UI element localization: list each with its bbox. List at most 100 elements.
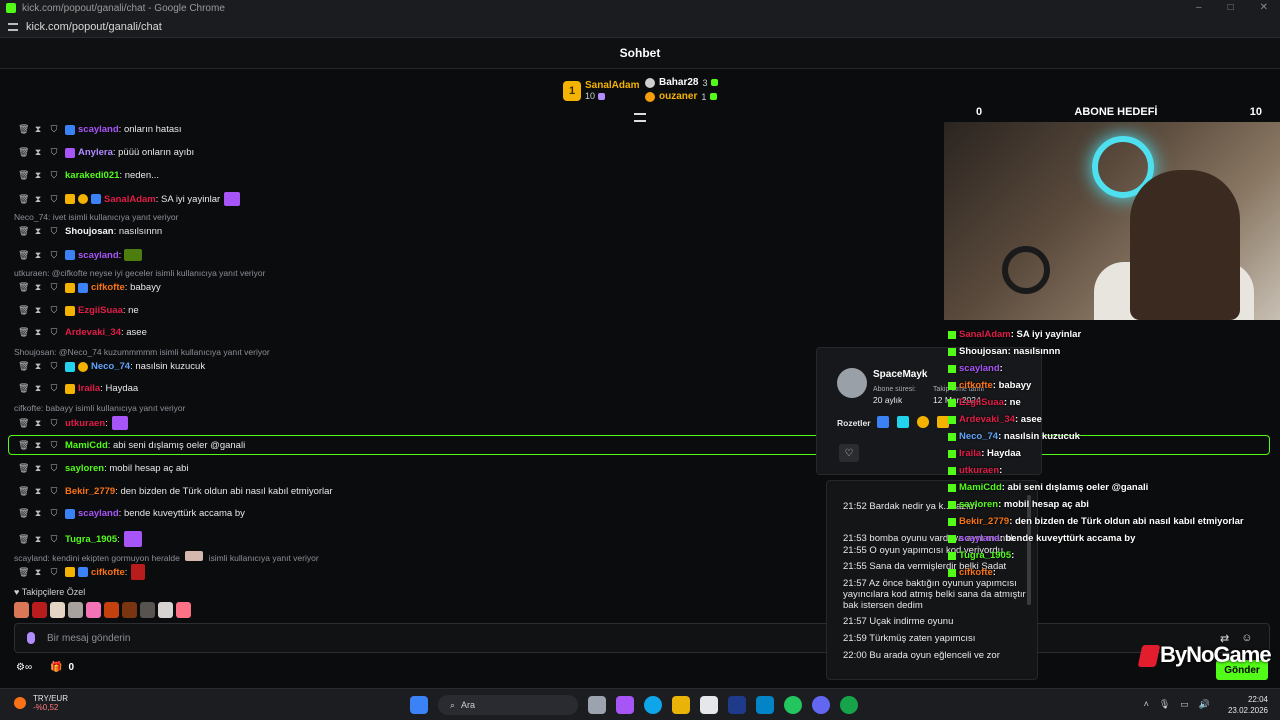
chat-message[interactable]: 🗑 ⧗ ⛉ utkuraen : [18,416,131,430]
username[interactable]: cifkofte [91,282,125,293]
taskbar-clock[interactable]: 22:04 23.02.2026 [1228,694,1268,716]
timeout-icon[interactable]: ⧗ [34,508,42,519]
username[interactable]: Iraila [78,383,100,394]
timeout-icon[interactable]: ⧗ [34,226,42,237]
network-icon[interactable]: ▭ [1180,699,1189,710]
emote-icon[interactable] [86,602,101,618]
delete-icon[interactable]: 🗑 [18,534,29,545]
timeout-icon[interactable]: ⧗ [34,282,42,293]
timeout-icon[interactable]: ⧗ [34,534,42,545]
steam-icon[interactable] [728,696,746,714]
chat-input[interactable]: Bir mesaj gönderin [14,623,1270,653]
ban-icon[interactable]: ⛉ [50,327,58,338]
delete-icon[interactable]: 🗑 [18,170,29,181]
ban-icon[interactable]: ⛉ [50,282,58,293]
spotify-icon[interactable] [840,696,858,714]
settings-icon[interactable]: ⚙∞ [16,662,32,673]
address-bar[interactable]: kick.com/popout/ganali/chat [0,16,1280,38]
timeout-icon[interactable]: ⧗ [34,147,42,158]
ban-icon[interactable]: ⛉ [50,250,58,261]
username[interactable]: scayland [78,124,119,135]
chat-message[interactable]: 🗑 ⧗ ⛉ cifkofte : babayy [18,282,161,293]
ban-icon[interactable]: ⛉ [50,486,58,497]
ban-icon[interactable]: ⛉ [50,170,58,181]
timeout-icon[interactable]: ⧗ [34,361,42,372]
username[interactable]: cifkofte [91,567,125,578]
delete-icon[interactable]: 🗑 [18,194,29,205]
chat-filter-icon[interactable] [634,113,646,122]
emote-icon[interactable] [140,602,155,618]
username[interactable]: utkuraen [65,418,105,429]
ban-icon[interactable]: ⛉ [50,508,58,519]
username[interactable]: SanalAdam [104,194,156,205]
volume-icon[interactable]: 🔊 [1199,699,1210,710]
emote-icon[interactable] [158,602,173,618]
emote-icon[interactable] [176,602,191,618]
timeout-icon[interactable]: ⧗ [34,170,42,181]
emote-icon[interactable] [32,602,47,618]
chat-message[interactable]: 🗑 ⧗ ⛉ Ardevaki_34 : asee [18,327,147,338]
username[interactable]: Ardevaki_34 [65,327,121,338]
microphone-icon[interactable] [27,632,35,644]
chat-message[interactable]: 🗑 ⧗ ⛉ scayland : [18,249,145,261]
chat-message[interactable]: 🗑 ⧗ ⛉ SanalAdam : SA iyi yayinlar [18,192,243,206]
task-view-icon[interactable] [588,696,606,714]
top-gifter-2[interactable]: Bahar28 3 [645,77,719,88]
chat-message[interactable]: 🗑 ⧗ ⛉ EzgiiSuaa : ne [18,305,139,316]
emote-icon[interactable] [68,602,83,618]
file-explorer-icon[interactable] [672,696,690,714]
chat-message[interactable]: 🗑 ⧗ ⛉ Bekir_2779 : den bizden de Türk oldu… [18,486,333,497]
widget-ticker[interactable]: TRY/EUR -%0,52 [14,694,68,712]
timeout-icon[interactable]: ⧗ [34,463,42,474]
top-gifter-1[interactable]: 1 SanalAdam 10 [563,80,639,101]
mail-icon[interactable] [756,696,774,714]
username[interactable]: Neco_74 [91,361,130,372]
microphone-tray-icon[interactable]: 🎙 [1159,699,1170,710]
username[interactable]: scayland [78,250,119,261]
chat-message[interactable]: 🗑 ⧗ ⛉ scayland : bende kuveyttürk accama b… [18,508,245,519]
delete-icon[interactable]: 🗑 [18,486,29,497]
chat-message[interactable]: 🗑 ⧗ ⛉ Anylera : püüü onların ayıbı [18,147,194,158]
timeout-icon[interactable]: ⧗ [34,418,42,429]
username[interactable]: EzgiiSuaa [78,305,123,316]
profile-username[interactable]: SpaceMayk [873,369,927,380]
timeout-icon[interactable]: ⧗ [34,194,42,205]
chat-message[interactable]: 🗑 ⧗ ⛉ scayland : onların hatası [18,124,182,135]
timeout-icon[interactable]: ⧗ [34,440,42,451]
windows-start-icon[interactable] [410,696,428,714]
ban-icon[interactable]: ⛉ [50,383,58,394]
store-icon[interactable] [700,696,718,714]
delete-icon[interactable]: 🗑 [18,124,29,135]
delete-icon[interactable]: 🗑 [18,440,29,451]
ban-icon[interactable]: ⛉ [50,194,58,205]
edge-icon[interactable] [644,696,662,714]
chat-message[interactable]: 🗑 ⧗ ⛉ karakedi021 : neden... [18,170,159,181]
delete-icon[interactable]: 🗑 [18,463,29,474]
history-scrollbar[interactable] [1027,495,1031,605]
chat-message[interactable]: 🗑 ⧗ ⛉ cifkofte : [18,564,148,580]
timeout-icon[interactable]: ⧗ [34,124,42,135]
ban-icon[interactable]: ⛉ [50,226,58,237]
username[interactable]: Bekir_2779 [65,486,115,497]
timeout-icon[interactable]: ⧗ [34,327,42,338]
ban-icon[interactable]: ⛉ [50,463,58,474]
username[interactable]: scayland [78,508,119,519]
delete-icon[interactable]: 🗑 [18,418,29,429]
delete-icon[interactable]: 🗑 [18,383,29,394]
emote-icon[interactable] [104,602,119,618]
timeout-icon[interactable]: ⧗ [34,567,42,578]
copilot-icon[interactable] [616,696,634,714]
timeout-icon[interactable]: ⧗ [34,383,42,394]
chat-message[interactable]: 🗑 ⧗ ⛉ Neco_74 : nasılsin kuzucuk [18,361,205,372]
chat-message[interactable]: 🗑 ⧗ ⛉ sayloren : mobil hesap aç abi [18,463,189,474]
timeout-icon[interactable]: ⧗ [34,486,42,497]
username[interactable]: Shoujosan [65,226,114,237]
follow-heart-button[interactable]: ♡ [839,444,859,462]
emote-icon[interactable] [14,602,29,618]
ban-icon[interactable]: ⛉ [50,305,58,316]
chevron-up-icon[interactable]: ˄ [1144,699,1149,710]
gift-box-icon[interactable]: 🎁 [50,662,62,673]
ban-icon[interactable]: ⛉ [50,440,58,451]
timeout-icon[interactable]: ⧗ [34,305,42,316]
ban-icon[interactable]: ⛉ [50,534,58,545]
